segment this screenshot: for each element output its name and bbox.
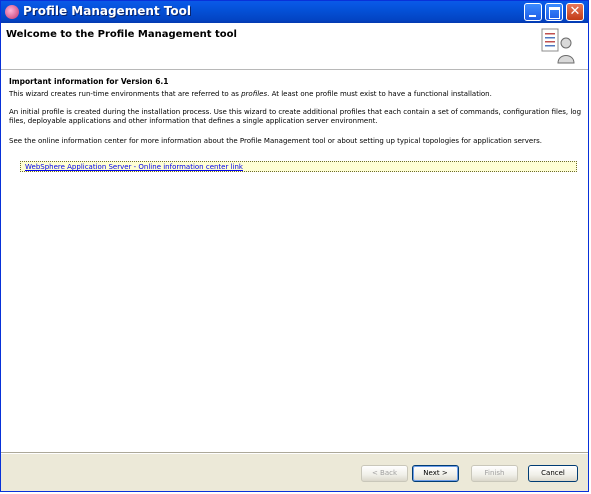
intro-paragraph: This wizard creates run-time environment… — [9, 90, 492, 99]
description-paragraph: An initial profile is created during the… — [9, 108, 582, 125]
minimize-icon — [529, 15, 536, 17]
back-button[interactable]: < Back — [361, 465, 408, 482]
wizard-header: Welcome to the Profile Management tool — [1, 23, 588, 70]
profile-wizard-icon — [541, 28, 575, 64]
cancel-button[interactable]: Cancel — [528, 465, 578, 482]
websphere-app-icon — [5, 5, 19, 19]
close-button[interactable]: ✕ — [566, 3, 584, 21]
close-icon: ✕ — [569, 4, 581, 19]
info-center-link-box[interactable]: WebSphere Application Server - Online in… — [20, 161, 577, 172]
maximize-icon — [549, 7, 560, 19]
button-bar-divider-highlight — [1, 453, 588, 454]
section-title: Important information for Version 6.1 — [9, 77, 169, 86]
intro-text-end: . At least one profile must exist to hav… — [267, 90, 492, 98]
minimize-button[interactable] — [524, 3, 542, 21]
next-button[interactable]: Next > — [412, 465, 459, 482]
intro-text-italic: profiles — [241, 90, 268, 98]
page-title: Welcome to the Profile Management tool — [6, 29, 237, 40]
title-bar[interactable]: Profile Management Tool ✕ — [1, 1, 588, 23]
wizard-content: Important information for Version 6.1 Th… — [1, 70, 588, 452]
wizard-window: Profile Management Tool ✕ Welcome to the… — [0, 0, 589, 492]
info-center-link[interactable]: WebSphere Application Server - Online in… — [25, 163, 243, 171]
info-center-paragraph: See the online information center for mo… — [9, 137, 542, 145]
intro-text-start: This wizard creates run-time environment… — [9, 90, 242, 98]
maximize-button[interactable] — [545, 3, 563, 21]
finish-button[interactable]: Finish — [471, 465, 518, 482]
window-title: Profile Management Tool — [23, 4, 191, 18]
